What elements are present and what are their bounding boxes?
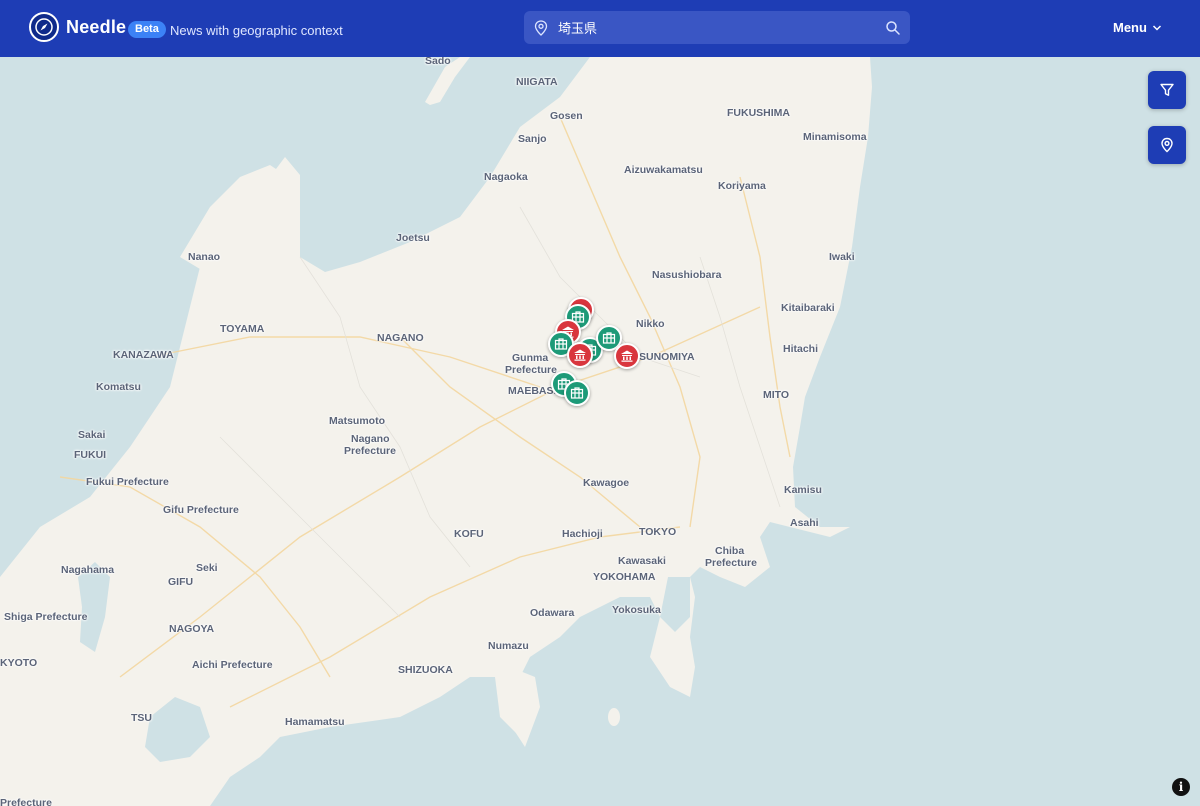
city-label: NAGOYA [169,623,215,635]
city-label: Komatsu [96,381,141,393]
city-label: Matsumoto [329,415,385,427]
info-icon: i [1178,780,1184,794]
filter-icon [1160,83,1174,96]
city-label: Nagahama [61,564,115,576]
city-label: Kawasaki [618,555,666,567]
city-label: Odawara [530,607,575,619]
city-label: Asahi [790,517,819,529]
news-marker-government[interactable] [567,342,593,368]
city-label: Chiba [715,545,745,557]
briefcase-icon [602,332,616,344]
top-navbar: Needle Beta News with geographic context… [0,0,1200,57]
city-label: Kawagoe [583,477,630,489]
city-label: Aichi Prefecture [192,659,273,671]
beta-badge: Beta [128,21,166,38]
city-label: Kitaibaraki [781,302,835,314]
city-label: Joetsu [396,232,430,244]
city-label: Sado [425,57,451,67]
city-label: TOKYO [639,526,677,538]
city-label: Shiga Prefecture [4,611,88,623]
city-label: Sakai [78,429,106,441]
news-marker-government[interactable] [614,343,640,369]
city-label: Nagaoka [484,171,528,183]
city-label: TOYAMA [220,323,265,335]
city-label: Prefecture [344,445,396,457]
news-marker-business[interactable] [564,380,590,406]
city-label: Numazu [488,640,529,652]
briefcase-icon [554,338,568,350]
city-label: Nasushiobara [652,269,722,281]
city-label: NIIGATA [516,76,558,88]
city-label: Hamamatsu [285,716,345,728]
city-label: KANAZAWA [113,349,174,361]
city-label: SHIZUOKA [398,664,453,676]
city-label: FUKUI [74,449,107,461]
city-label: Yokosuka [612,604,661,616]
map-pin-icon [1161,137,1173,153]
city-label: Koriyama [718,180,766,192]
city-label: YOKOHAMA [593,571,656,583]
location-search-bar [524,11,910,44]
city-label: Prefecture [0,797,52,806]
city-label: Prefecture [705,557,757,569]
briefcase-icon [570,387,584,399]
city-label: FUKUSHIMA [727,107,790,119]
city-label: Gosen [550,110,583,122]
menu-label: Menu [1113,20,1147,35]
brand-name[interactable]: Needle [66,17,126,38]
city-label: Nagano [351,433,390,445]
city-label: TSU [131,712,152,724]
city-label: MITO [763,389,790,401]
tagline: News with geographic context [170,23,343,38]
search-input[interactable] [558,11,868,44]
government-building-icon [574,349,586,361]
city-label: Fukui Prefecture [86,476,169,488]
map-canvas[interactable]: Sado NIIGATA Gosen Sanjo FUKUSHIMA Minam… [0,57,1200,806]
city-label: KYOTO [0,657,38,669]
city-label: KOFU [454,528,484,540]
government-building-icon [621,350,633,362]
city-label: Iwaki [829,251,855,263]
city-label: Minamisoma [803,131,867,143]
search-icon[interactable] [885,20,901,36]
map-basemap [0,57,1200,806]
city-label: Kamisu [784,484,822,496]
city-label: Gunma [512,352,549,364]
city-label: Hitachi [783,343,819,355]
city-label: Sanjo [518,133,547,145]
city-label: Prefecture [505,364,557,376]
city-label: Nikko [636,318,665,330]
compass-logo-icon[interactable] [29,12,59,42]
city-label: Seki [196,562,218,574]
city-label: NAGANO [377,332,424,344]
city-label: Nanao [188,251,221,263]
filter-button[interactable] [1148,71,1186,109]
city-label: GIFU [168,576,194,588]
menu-button[interactable]: Menu [1113,20,1162,35]
city-label: Aizuwakamatsu [624,164,703,176]
locate-button[interactable] [1148,126,1186,164]
city-label: Hachioji [562,528,603,540]
location-pin-icon [534,20,548,36]
attribution-info-button[interactable]: i [1172,778,1190,796]
city-label: Gifu Prefecture [163,504,239,516]
chevron-down-icon [1152,24,1161,31]
